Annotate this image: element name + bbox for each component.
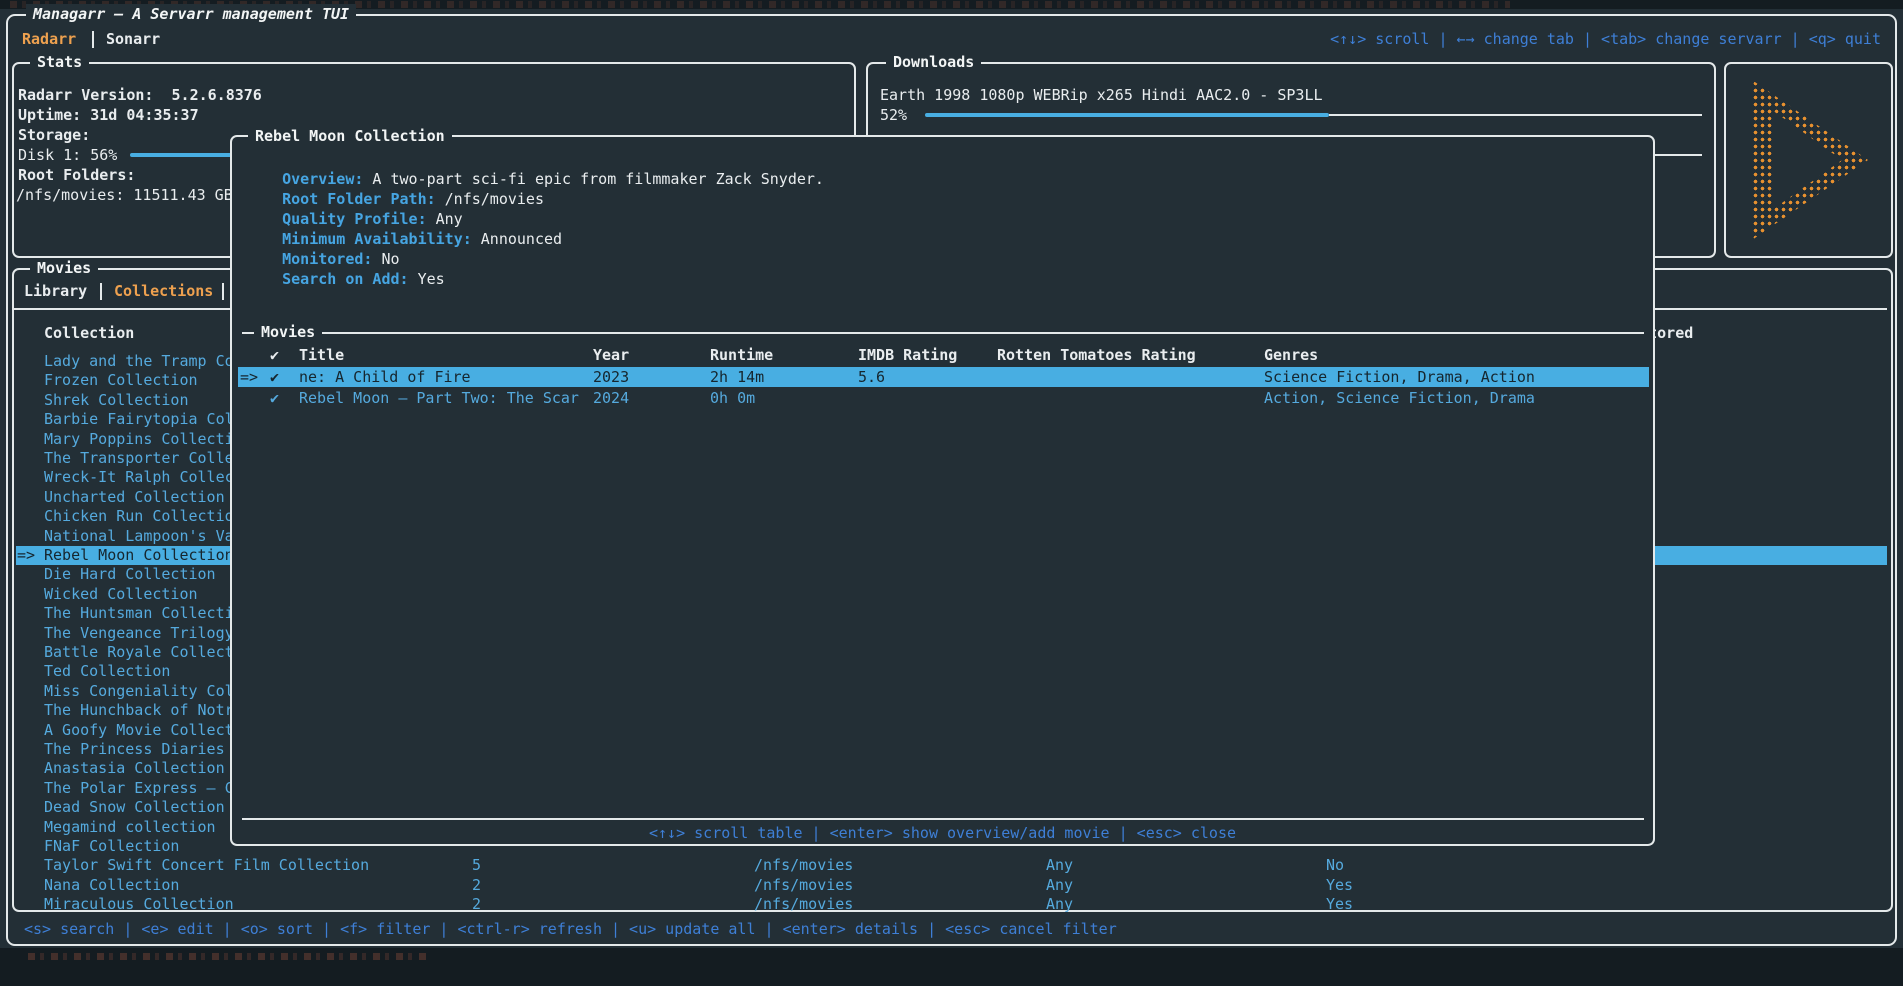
movies-tab-separator-2: [222, 283, 224, 300]
tab-radarr[interactable]: Radarr: [22, 30, 76, 49]
modal-table-bottom-border: [242, 818, 1644, 820]
collection-row[interactable]: The Vengeance Trilogy: [44, 624, 234, 643]
collection-cell-root: /nfs/movies: [754, 895, 853, 914]
collection-cell-quality: Any: [1046, 895, 1073, 914]
col-header-imdb: IMDB Rating: [858, 345, 957, 365]
collection-details-modal: Rebel Moon Collection Overview:A two-par…: [230, 135, 1655, 846]
collection-cell-quality: Any: [1046, 856, 1073, 875]
tab-library[interactable]: Library: [24, 282, 87, 301]
disk-usage-label: Disk 1: 56%: [18, 146, 117, 165]
col-header-check: ✔: [270, 345, 279, 365]
collection-row[interactable]: National Lampoon's Va: [44, 527, 234, 546]
row-selection-arrow: =>: [240, 367, 258, 387]
movie-title: Rebel Moon – Part Two: The Scar: [299, 388, 579, 408]
movie-year: 2023: [593, 367, 629, 387]
movie-table-row[interactable]: => ✔ ne: A Child of Fire 2023 2h 14m 5.6…: [238, 367, 1649, 387]
collection-row[interactable]: Ted Collection: [44, 662, 170, 681]
collection-column-header: Collection: [44, 324, 134, 343]
collection-cell-search_on_add: Yes: [1326, 895, 1353, 914]
collection-row[interactable]: Shrek Collection: [44, 391, 189, 410]
collection-row[interactable]: Frozen Collection: [44, 371, 198, 390]
collection-row[interactable]: Barbie Fairytopia Col: [44, 410, 234, 429]
download-percent: 52%: [880, 106, 907, 125]
movie-runtime: 0h 0m: [710, 388, 755, 408]
row-selection-arrow: =>: [17, 546, 35, 565]
movies-tab-separator-1: [100, 283, 102, 300]
collection-row[interactable]: Dead Snow Collection: [44, 798, 225, 817]
movie-imdb-rating: 5.6: [858, 367, 885, 387]
collection-cell-root: /nfs/movies: [754, 876, 853, 895]
col-header-genres: Genres: [1264, 345, 1318, 365]
modal-help-bar: <↑↓> scroll table | <enter> show overvie…: [232, 823, 1653, 843]
collection-name: Rebel Moon Collection: [44, 546, 234, 565]
collection-row[interactable]: Megamind collection: [44, 818, 216, 837]
root-folders-label: Root Folders:: [18, 166, 135, 185]
collection-row[interactable]: Miss Congeniality Col: [44, 682, 234, 701]
collection-row[interactable]: Anastasia Collection: [44, 759, 225, 778]
movies-panel-title: Movies: [30, 258, 98, 278]
collection-row[interactable]: Battle Royale Collect: [44, 643, 234, 662]
footer-help-bar: <s> search | <e> edit | <o> sort | <f> f…: [24, 920, 1117, 939]
downloads-panel-title: Downloads: [886, 52, 981, 72]
col-header-title: Title: [299, 345, 344, 365]
collection-row[interactable]: The Transporter Colle: [44, 449, 234, 468]
tab-sonarr[interactable]: Sonarr: [106, 30, 160, 49]
movie-table-row[interactable]: ✔ Rebel Moon – Part Two: The Scar 2024 0…: [238, 388, 1649, 408]
collection-cell-count: 2: [472, 876, 481, 895]
monitored-check-icon: ✔: [270, 367, 279, 387]
collection-cell-search_on_add: No: [1326, 856, 1344, 875]
terminal-artifact-bottom: [0, 948, 1903, 986]
download-item[interactable]: Earth 1998 1080p WEBRip x265 Hindi AAC2.…: [880, 86, 1323, 105]
collection-cell-quality: Any: [1046, 876, 1073, 895]
collection-row[interactable]: FNaF Collection: [44, 837, 179, 856]
download-progress-bar: [925, 113, 1329, 117]
top-help-bar: <↑↓> scroll | ←→ change tab | <tab> chan…: [1330, 30, 1881, 49]
collection-cell-root: /nfs/movies: [754, 856, 853, 875]
movie-genres: Action, Science Fiction, Drama: [1264, 388, 1535, 408]
collection-row[interactable]: Die Hard Collection: [44, 565, 216, 584]
collection-row[interactable]: Mary Poppins Collecti: [44, 430, 234, 449]
collection-cell-search_on_add: Yes: [1326, 876, 1353, 895]
collection-row[interactable]: Lady and the Tramp Co: [44, 352, 234, 371]
root-folder-size: /nfs/movies: 11511.43 GB: [16, 186, 233, 205]
download-progress-bar-rest: [1329, 114, 1702, 116]
col-header-year: Year: [593, 345, 629, 365]
movie-runtime: 2h 14m: [710, 367, 764, 387]
uptime: Uptime: 31d 04:35:37: [18, 106, 199, 125]
collection-row[interactable]: Uncharted Collection: [44, 488, 225, 507]
collection-row[interactable]: Chicken Run Collectio: [44, 507, 234, 526]
collection-cell-count: 5: [472, 856, 481, 875]
collection-row[interactable]: The Princess Diaries: [44, 740, 225, 759]
monitored-check-icon: ✔: [270, 388, 279, 408]
collection-row[interactable]: A Goofy Movie Collect: [44, 721, 234, 740]
collection-cell-count: 2: [472, 895, 481, 914]
col-header-runtime: Runtime: [710, 345, 773, 365]
tab-collections[interactable]: Collections: [114, 282, 213, 301]
app-title: Managarr — A Servarr management TUI: [26, 4, 356, 24]
collection-row[interactable]: Wicked Collection: [44, 585, 198, 604]
col-header-rt: Rotten Tomatoes Rating: [997, 345, 1196, 365]
modal-table-title: Movies: [254, 322, 322, 342]
detail-search-on-add: Search on Add:Yes: [246, 249, 445, 289]
collection-row[interactable]: Miraculous Collection: [44, 895, 234, 914]
collection-row[interactable]: Nana Collection: [44, 876, 179, 895]
collection-row[interactable]: The Polar Express – C: [44, 779, 234, 798]
storage-label: Storage:: [18, 126, 90, 145]
movie-title: ne: A Child of Fire: [299, 367, 471, 387]
modal-title: Rebel Moon Collection: [248, 126, 452, 146]
collection-row[interactable]: Wreck-It Ralph Collec: [44, 468, 234, 487]
collection-row[interactable]: The Hunchback of Notr: [44, 701, 234, 720]
collection-row[interactable]: The Huntsman Collecti: [44, 604, 234, 623]
movie-genres: Science Fiction, Drama, Action: [1264, 367, 1535, 387]
tab-separator: [92, 31, 94, 48]
movie-year: 2024: [593, 388, 629, 408]
collection-row[interactable]: Taylor Swift Concert Film Collection: [44, 856, 369, 875]
radarr-version: Radarr Version: 5.2.6.8376: [18, 86, 262, 105]
stats-panel-title: Stats: [30, 52, 89, 72]
modal-table-top-border: [242, 332, 1644, 334]
